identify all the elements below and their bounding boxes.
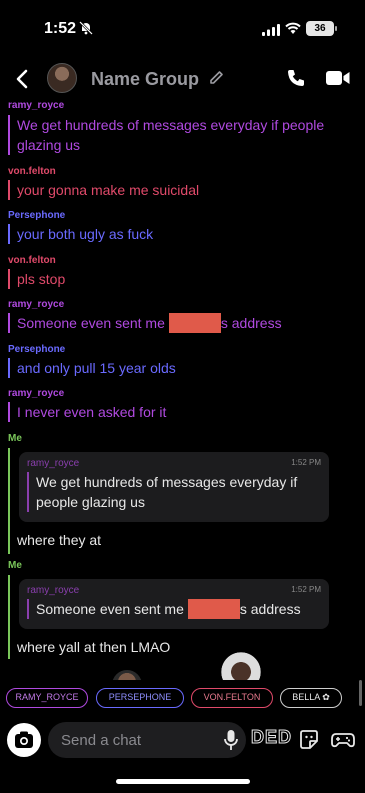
quote-text: Someone even sent me s address [27, 599, 317, 619]
avatar[interactable] [47, 63, 77, 93]
sender-name: Me [8, 560, 22, 571]
message[interactable]: We get hundreds of messages everyday if … [8, 115, 358, 155]
sender-name: ramy_royce [8, 299, 65, 310]
quoted-message[interactable]: ramy_royce 1:52 PM We get hundreds of me… [19, 452, 329, 522]
bitmoji-avatar[interactable] [112, 670, 142, 680]
message-text: Someone even sent me [36, 601, 184, 617]
message[interactable]: and only pull 15 year olds [8, 358, 358, 378]
redaction-box [168, 313, 221, 333]
presence-pill-von[interactable]: VON.FELTON [191, 688, 273, 708]
video-camera-icon[interactable] [326, 70, 350, 86]
message-text: where they at [17, 532, 102, 548]
presence-pill-persephone[interactable]: PERSEPHONE [96, 688, 184, 708]
quote-sender: ramy_royce [27, 585, 80, 596]
camera-button[interactable] [7, 723, 41, 757]
sender-name: ramy_royce [8, 388, 65, 399]
microphone-icon[interactable] [223, 729, 239, 751]
message-text: where yall at then LMAO [17, 639, 171, 655]
message[interactable]: your both ugly as fuck [8, 224, 358, 244]
status-time: 1:52 [44, 20, 77, 37]
home-indicator[interactable] [116, 779, 250, 784]
redaction-box [187, 599, 240, 619]
phone-icon[interactable] [286, 68, 306, 88]
quote-time: 1:52 PM [291, 585, 321, 594]
composer: DED [0, 718, 365, 762]
reply-message[interactable]: ramy_royce 1:52 PM We get hundreds of me… [8, 448, 358, 554]
reply-message[interactable]: ramy_royce 1:52 PM Someone even sent me s… [8, 575, 358, 659]
message-text: s address [239, 601, 301, 617]
chevron-left-icon[interactable] [14, 68, 30, 90]
chat-thread[interactable]: ramy_royce We get hundreds of messages e… [0, 100, 365, 680]
bitmoji-avatar[interactable] [219, 648, 263, 680]
group-name[interactable]: Name Group [91, 69, 199, 90]
message[interactable]: pls stop [8, 269, 358, 289]
leaf-icon: ✿ [322, 692, 330, 702]
chat-input[interactable] [48, 722, 246, 758]
chat-header: Name Group [0, 58, 365, 100]
status-bar: 1:52 36 [0, 0, 365, 58]
message[interactable]: your gonna make me suicidal [8, 180, 358, 200]
sticker-text[interactable]: DED [250, 727, 292, 748]
wifi-icon [285, 22, 301, 34]
bell-off-icon [79, 21, 93, 35]
gamepad-icon[interactable] [331, 730, 355, 750]
quote-sender: ramy_royce [27, 458, 80, 469]
message[interactable]: Someone even sent me s address [8, 313, 358, 333]
quote-time: 1:52 PM [291, 458, 321, 467]
pencil-icon[interactable] [209, 70, 224, 85]
sticker-icon[interactable] [298, 729, 320, 751]
battery-icon: 36 [306, 21, 337, 36]
camera-icon [15, 731, 33, 748]
message-text: Someone even sent me [17, 315, 165, 331]
sender-name: Persephone [8, 344, 66, 355]
sender-name: Persephone [8, 210, 66, 221]
signal-icon [262, 24, 280, 36]
sender-name: ramy_royce [8, 100, 65, 111]
presence-pill-ramy[interactable]: RAMY_ROYCE [6, 688, 88, 708]
sender-name: von.felton [8, 255, 56, 266]
message-text: s address [220, 315, 282, 331]
presence-label: BELLA [292, 692, 320, 702]
sender-name: Me [8, 433, 22, 444]
message[interactable]: I never even asked for it [8, 402, 358, 422]
presence-pill-bella[interactable]: BELLA ✿ [280, 688, 342, 708]
scrollbar[interactable] [359, 680, 362, 706]
quote-text: We get hundreds of messages everyday if … [27, 472, 317, 512]
quoted-message[interactable]: ramy_royce 1:52 PM Someone even sent me s… [19, 579, 329, 629]
sender-name: von.felton [8, 166, 56, 177]
